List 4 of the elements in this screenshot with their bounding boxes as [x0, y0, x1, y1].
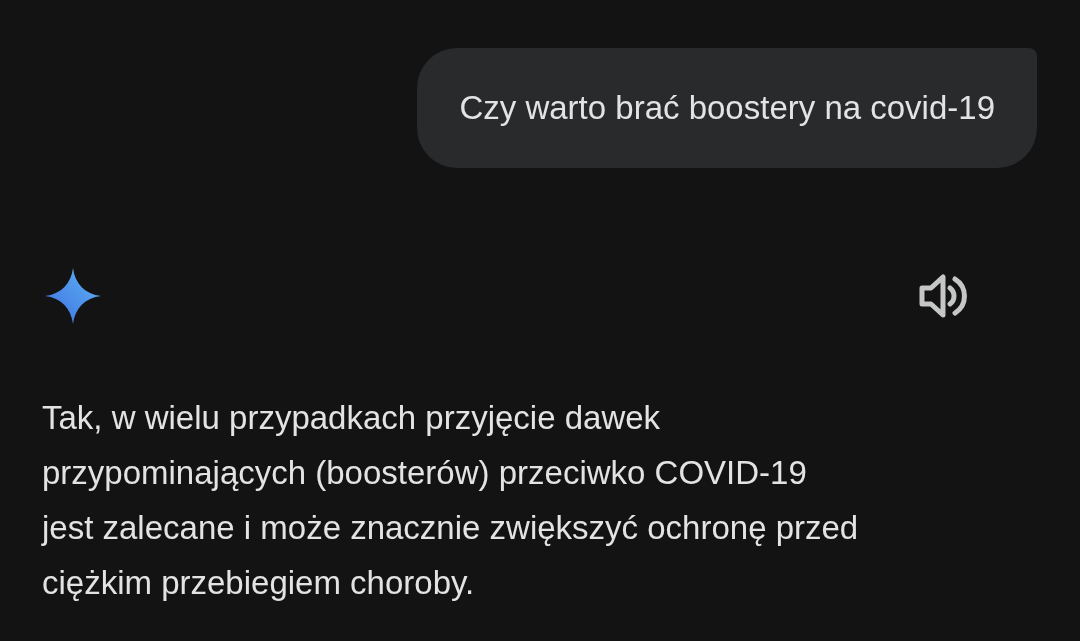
sparkle-icon	[45, 268, 101, 324]
speaker-icon[interactable]	[919, 274, 967, 318]
user-message-bubble: Czy warto brać boostery na covid-19	[417, 48, 1037, 168]
response-text: Tak, w wielu przypadkach przyjęcie dawek przypominających (boosterów) przeciwko COVID-19 jest zalecane i może znacznie zwiększyć ochronę przed ciężkim przebiegiem choroby.	[42, 398, 860, 603]
